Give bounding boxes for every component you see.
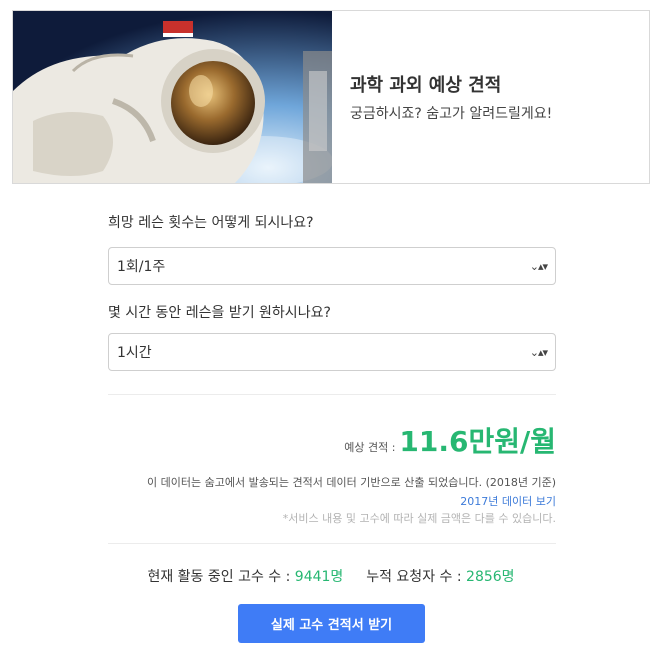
chevron-up-down-icon: ⌄▴▾ — [529, 259, 548, 273]
astronaut-illustration — [13, 11, 332, 183]
banner-title: 과학 과외 예상 견적 — [350, 75, 502, 96]
estimate-label: 예상 견적 : — [344, 441, 396, 454]
duration-select[interactable]: 1시간 ⌄▴▾ — [108, 333, 556, 371]
chevron-up-down-icon: ⌄▴▾ — [529, 345, 548, 359]
frequency-select-value: 1회/1주 — [117, 259, 166, 275]
requesters-count: 2856명 — [466, 569, 515, 585]
active-pros-count: 9441명 — [294, 569, 344, 585]
frequency-select[interactable]: 1회/1주 ⌄▴▾ — [108, 247, 556, 285]
divider — [108, 394, 556, 395]
view-2017-data-link[interactable]: 2017년 데이터 보기 — [460, 493, 556, 509]
banner-text: 과학 과외 예상 견적 궁금하시죠? 숨고가 알려드릴게요! — [332, 11, 649, 183]
hero-banner: 과학 과외 예상 견적 궁금하시죠? 숨고가 알려드릴게요! — [12, 10, 650, 184]
estimate-value: 11.6만원/월 — [399, 425, 556, 458]
duration-select-value: 1시간 — [117, 345, 152, 361]
astronaut-image — [13, 11, 332, 183]
data-source-note: 이 데이터는 숨고에서 발송되는 견적서 데이터 기반으로 산출 되었습니다. … — [147, 476, 556, 489]
disclaimer-text: *서비스 내용 및 고수에 따라 실제 금액은 다를 수 있습니다. — [282, 512, 556, 525]
requesters-label: 누적 요청자 수 : — [366, 569, 462, 585]
frequency-question: 희망 레슨 횟수는 어떻게 되시나요? — [108, 215, 314, 231]
banner-subtitle: 궁금하시죠? 숨고가 알려드릴게요! — [350, 106, 553, 122]
get-real-quotes-button[interactable]: 실제 고수 견적서 받기 — [238, 604, 425, 643]
active-pros-label: 현재 활동 중인 고수 수 : — [147, 569, 291, 585]
estimate-result: 예상 견적 : 11.6만원/월 — [344, 420, 556, 460]
stats-row: 현재 활동 중인 고수 수 : 9441명 누적 요청자 수 : 2856명 — [0, 566, 662, 586]
divider — [108, 543, 556, 544]
duration-question: 몇 시간 동안 레슨을 받기 원하시나요? — [108, 305, 331, 321]
